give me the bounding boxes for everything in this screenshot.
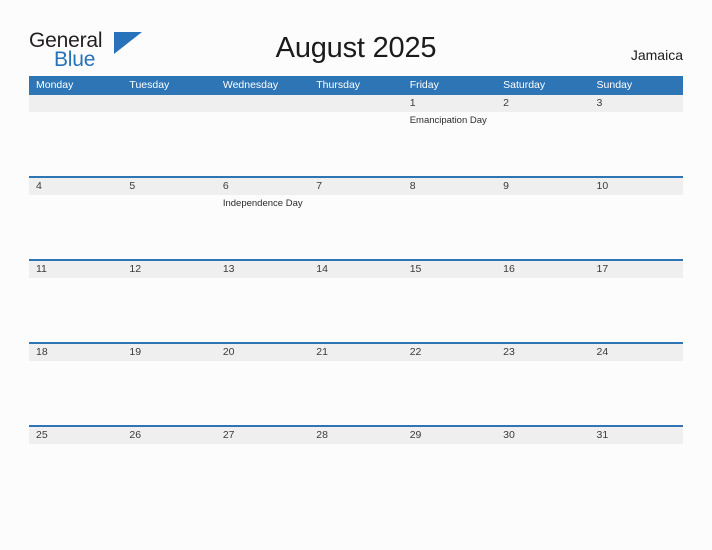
day-number[interactable]: 12	[122, 261, 215, 278]
week-event-band	[29, 361, 683, 425]
day-cell[interactable]	[496, 444, 589, 508]
day-number[interactable]: 4	[29, 178, 122, 195]
day-number[interactable]: 26	[122, 427, 215, 444]
day-cell[interactable]	[403, 195, 496, 259]
day-number[interactable]	[29, 95, 122, 112]
day-cell[interactable]	[590, 112, 683, 176]
day-number[interactable]	[216, 95, 309, 112]
day-number[interactable]: 16	[496, 261, 589, 278]
day-cell[interactable]	[216, 278, 309, 342]
day-number[interactable]: 1	[403, 95, 496, 112]
week-date-band: 18 19 20 21 22 23 24	[29, 344, 683, 361]
day-number[interactable]: 3	[590, 95, 683, 112]
calendar-week-row: 4 5 6 7 8 9 10 Independence Day	[29, 176, 683, 259]
weekday-header-tuesday: Tuesday	[129, 79, 170, 91]
calendar-week-row: 18 19 20 21 22 23 24	[29, 342, 683, 425]
day-cell[interactable]: Emancipation Day	[403, 112, 496, 176]
day-cell[interactable]	[122, 112, 215, 176]
day-number[interactable]: 19	[122, 344, 215, 361]
calendar-week-row: 1 2 3 Emancipation Day	[29, 95, 683, 176]
day-cell[interactable]	[590, 278, 683, 342]
weekday-header-wednesday: Wednesday	[222, 79, 279, 91]
day-cell[interactable]	[496, 278, 589, 342]
week-event-band	[29, 278, 683, 342]
day-cell[interactable]	[29, 278, 122, 342]
week-event-band	[29, 444, 683, 508]
day-number[interactable]: 17	[590, 261, 683, 278]
week-event-band: Emancipation Day	[29, 112, 683, 176]
day-cell[interactable]	[309, 278, 402, 342]
day-cell[interactable]	[122, 361, 215, 425]
weekday-header-row: Monday Tuesday Wednesday Thursday Friday…	[29, 76, 683, 95]
day-number[interactable]: 5	[122, 178, 215, 195]
day-cell[interactable]	[403, 444, 496, 508]
week-date-band: 1 2 3	[29, 95, 683, 112]
day-number[interactable]: 29	[403, 427, 496, 444]
day-number[interactable]: 22	[403, 344, 496, 361]
day-number[interactable]: 7	[309, 178, 402, 195]
day-cell[interactable]	[216, 361, 309, 425]
day-cell[interactable]	[403, 361, 496, 425]
day-number[interactable]: 15	[403, 261, 496, 278]
page-header: General Blue August 2025 Jamaica	[0, 0, 712, 76]
day-cell[interactable]	[122, 444, 215, 508]
day-number[interactable]: 20	[216, 344, 309, 361]
region-label: Jamaica	[630, 47, 683, 63]
week-event-band: Independence Day	[29, 195, 683, 259]
weekday-header-monday: Monday	[36, 79, 74, 91]
weekday-header-sunday: Sunday	[596, 79, 633, 91]
day-cell[interactable]	[590, 444, 683, 508]
day-number[interactable]: 9	[496, 178, 589, 195]
day-number[interactable]: 2	[496, 95, 589, 112]
page-title: August 2025	[275, 32, 437, 64]
day-cell[interactable]	[309, 112, 402, 176]
day-cell[interactable]	[496, 195, 589, 259]
day-number[interactable]: 30	[496, 427, 589, 444]
week-date-band: 25 26 27 28 29 30 31	[29, 427, 683, 444]
day-number[interactable]: 10	[590, 178, 683, 195]
day-cell[interactable]	[590, 195, 683, 259]
calendar-week-row: 25 26 27 28 29 30 31	[29, 425, 683, 508]
day-cell[interactable]	[122, 195, 215, 259]
day-cell[interactable]	[309, 361, 402, 425]
day-cell[interactable]	[309, 195, 402, 259]
day-number[interactable]	[309, 95, 402, 112]
day-cell[interactable]	[29, 361, 122, 425]
day-cell[interactable]	[29, 112, 122, 176]
day-cell[interactable]	[496, 361, 589, 425]
day-number[interactable]: 25	[29, 427, 122, 444]
day-cell[interactable]	[403, 278, 496, 342]
day-number[interactable]: 11	[29, 261, 122, 278]
day-number[interactable]: 28	[309, 427, 402, 444]
day-cell[interactable]	[29, 444, 122, 508]
weekday-header-thursday: Thursday	[316, 79, 361, 91]
day-cell[interactable]	[216, 112, 309, 176]
week-date-band: 11 12 13 14 15 16 17	[29, 261, 683, 278]
calendar-grid: Monday Tuesday Wednesday Thursday Friday…	[29, 76, 683, 508]
day-number[interactable]: 8	[403, 178, 496, 195]
day-number[interactable]	[122, 95, 215, 112]
day-number[interactable]: 24	[590, 344, 683, 361]
day-cell[interactable]	[29, 195, 122, 259]
day-number[interactable]: 23	[496, 344, 589, 361]
day-cell[interactable]	[122, 278, 215, 342]
day-number[interactable]: 13	[216, 261, 309, 278]
day-number[interactable]: 31	[590, 427, 683, 444]
day-number[interactable]: 21	[309, 344, 402, 361]
day-number[interactable]: 6	[216, 178, 309, 195]
day-cell[interactable]	[309, 444, 402, 508]
day-cell[interactable]	[590, 361, 683, 425]
day-number[interactable]: 27	[216, 427, 309, 444]
holiday-label: Independence Day	[222, 198, 303, 209]
day-cell[interactable]	[216, 444, 309, 508]
holiday-label: Emancipation Day	[409, 115, 487, 126]
weekday-header-friday: Friday	[409, 79, 439, 91]
calendar-week-row: 11 12 13 14 15 16 17	[29, 259, 683, 342]
day-number[interactable]: 18	[29, 344, 122, 361]
week-date-band: 4 5 6 7 8 9 10	[29, 178, 683, 195]
day-number[interactable]: 14	[309, 261, 402, 278]
day-cell[interactable]	[496, 112, 589, 176]
day-cell[interactable]: Independence Day	[216, 195, 309, 259]
weekday-header-saturday: Saturday	[503, 79, 546, 91]
